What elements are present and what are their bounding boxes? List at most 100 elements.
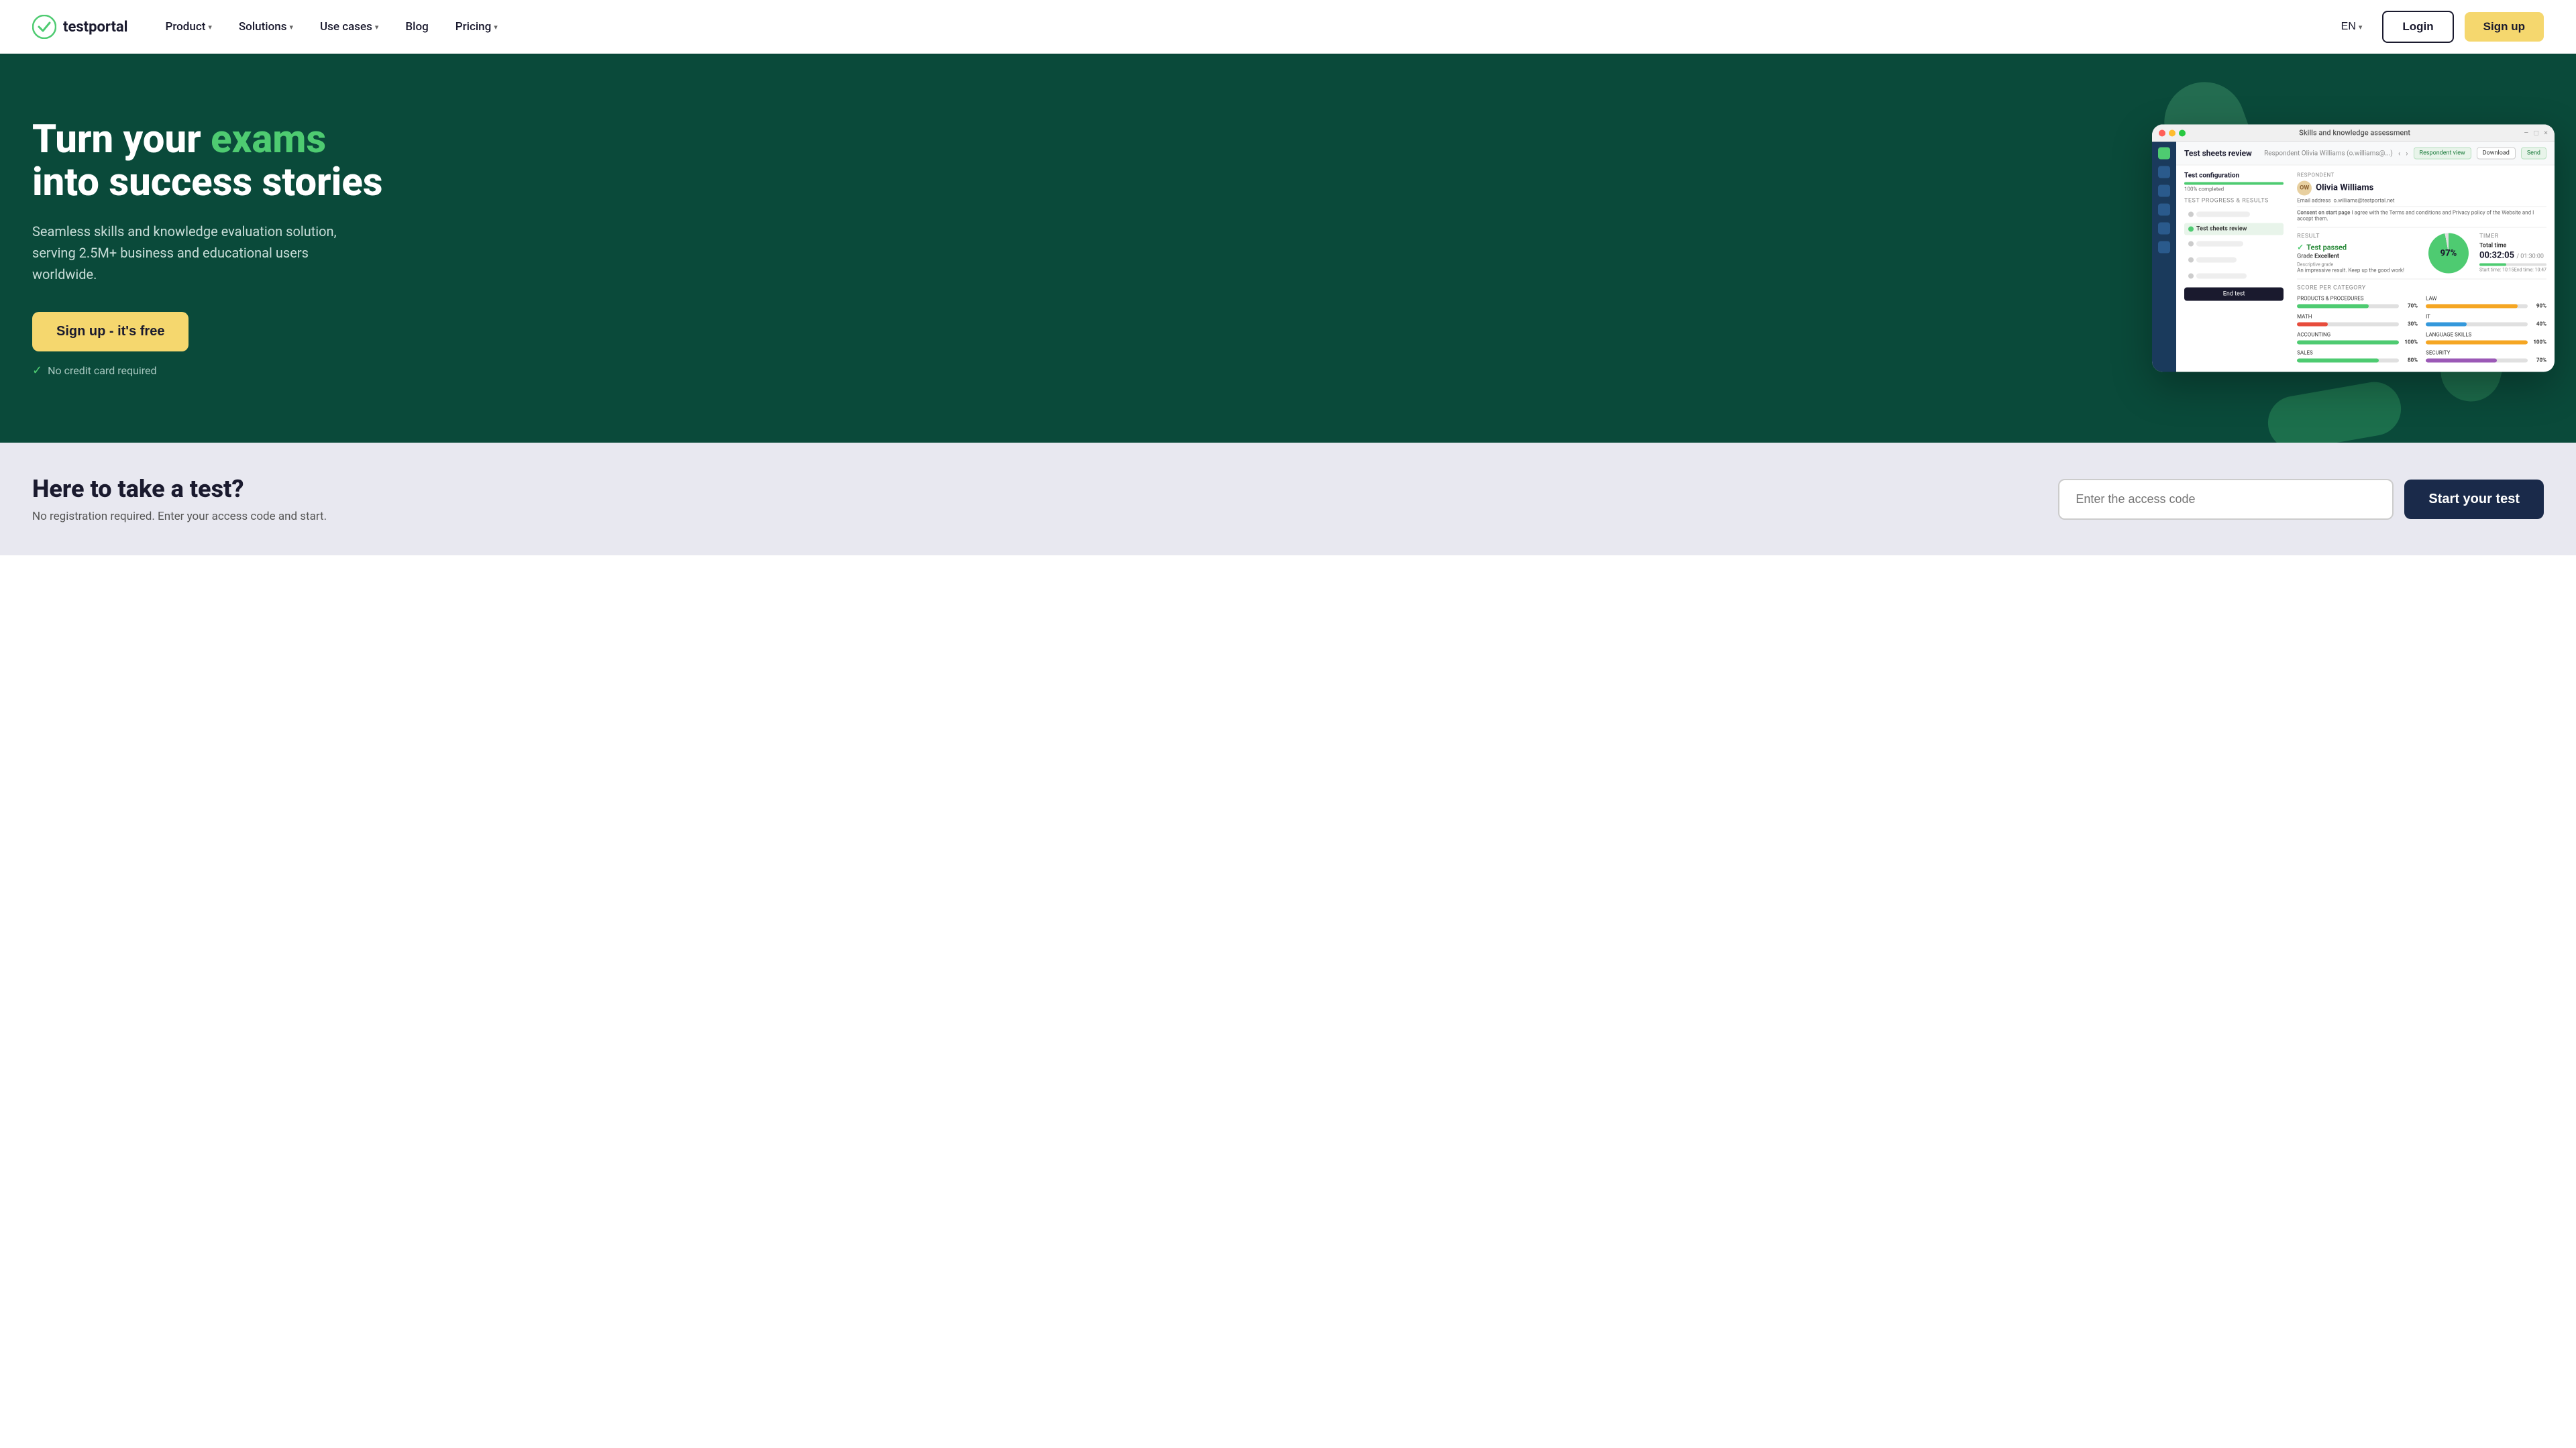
hero-content: Turn your exams into success stories Sea… xyxy=(32,119,383,378)
test-item-4 xyxy=(2184,253,2284,268)
test-item-5 xyxy=(2184,269,2284,284)
mock-header-title-group: Test sheets review xyxy=(2184,149,2252,158)
chevron-down-icon: ▾ xyxy=(494,23,498,32)
total-time-value: 00:32:05 / 01:30:00 xyxy=(2479,251,2546,261)
placeholder-bar-5 xyxy=(2196,274,2247,279)
chevron-down-icon: ▾ xyxy=(2359,23,2363,32)
mock-result-left: RESULT ✓ Test passed Grade Excellent xyxy=(2297,233,2418,274)
window-title: Skills and knowledge assessment xyxy=(2299,129,2410,137)
nav-item-solutions[interactable]: Solutions ▾ xyxy=(228,15,304,39)
close-dot xyxy=(2159,129,2165,136)
progress-fill xyxy=(2184,182,2284,185)
test-item-1 xyxy=(2184,207,2284,222)
descriptive-grade: Descriptive grade An impressive result. … xyxy=(2297,262,2418,274)
score-item: LAW 90% xyxy=(2426,296,2546,309)
placeholder-bar-4 xyxy=(2196,258,2237,263)
no-credit-card-note: ✓ No credit card required xyxy=(32,364,383,378)
respondent-view-btn: Respondent view xyxy=(2414,148,2471,160)
sidebar-icon-4 xyxy=(2158,204,2170,216)
check-circle-icon: ✓ xyxy=(2297,243,2304,252)
mock-content: Test configuration 100% completed Test p… xyxy=(2176,166,2555,372)
window-controls xyxy=(2159,129,2186,136)
test-dot-4 xyxy=(2188,258,2194,263)
test-dot-5 xyxy=(2188,274,2194,279)
bg-shape-3 xyxy=(2264,378,2406,443)
hero-section: Turn your exams into success stories Sea… xyxy=(0,54,2576,443)
mock-header: Test sheets review Respondent Olivia Wil… xyxy=(2176,142,2555,166)
timer-times: Start time: 10:15 End time: 10:47 xyxy=(2479,268,2546,273)
placeholder-bar-3 xyxy=(2196,241,2243,247)
mock-test-list: Test progress & results Test sheets revi… xyxy=(2184,198,2284,284)
test-dot-active xyxy=(2188,227,2194,232)
logo[interactable]: testportal xyxy=(32,15,128,39)
grade-row: Grade Excellent xyxy=(2297,254,2418,260)
take-test-left: Here to take a test? No registration req… xyxy=(32,475,327,523)
respondent-display: Respondent Olivia Williams (o.williams@.… xyxy=(2264,150,2393,157)
take-test-subtitle: No registration required. Enter your acc… xyxy=(32,510,327,523)
timer-bar xyxy=(2479,264,2546,266)
respondent-label: Respondent xyxy=(2264,150,2300,157)
navbar-left: testportal Product ▾ Solutions ▾ Use cas… xyxy=(32,15,508,39)
nav-item-blog[interactable]: Blog xyxy=(394,15,439,39)
score-item: SECURITY 70% xyxy=(2426,350,2546,364)
dashboard-mockup: Skills and knowledge assessment – □ × Te… xyxy=(2152,125,2555,372)
end-test-btn: End test xyxy=(2184,288,2284,301)
chevron-down-icon: ▾ xyxy=(208,23,212,32)
nav-item-pricing[interactable]: Pricing ▾ xyxy=(445,15,508,39)
nav-item-usecases[interactable]: Use cases ▾ xyxy=(309,15,389,39)
sidebar-icon-1 xyxy=(2158,148,2170,160)
timer-fill xyxy=(2479,264,2506,266)
hero-cta-button[interactable]: Sign up - it's free xyxy=(32,312,189,351)
login-button[interactable]: Login xyxy=(2382,11,2453,43)
language-selector[interactable]: EN ▾ xyxy=(2332,15,2372,38)
mock-timer: TIMER Total time 00:32:05 / 01:30:00 xyxy=(2479,233,2546,273)
score-item: ACCOUNTING 100% xyxy=(2297,332,2418,345)
bottom-area xyxy=(0,555,2576,609)
download-btn: Download xyxy=(2477,148,2516,160)
mock-sidebar xyxy=(2152,142,2176,372)
score-item: PRODUCTS & PROCEDURES 70% xyxy=(2297,296,2418,309)
score-per-category: SCORE PER CATEGORY PRODUCTS & PROCEDURES… xyxy=(2297,279,2546,366)
sidebar-icon-3 xyxy=(2158,185,2170,197)
chevron-down-icon: ▾ xyxy=(289,23,293,32)
chevron-down-icon: ▾ xyxy=(375,23,379,32)
logo-icon xyxy=(32,15,56,39)
nav-next-icon: › xyxy=(2406,149,2408,158)
close-icon: × xyxy=(2544,129,2548,137)
score-item: SALES 80% xyxy=(2297,350,2418,364)
sidebar-icon-5 xyxy=(2158,223,2170,235)
mock-body: Test sheets review Respondent Olivia Wil… xyxy=(2152,142,2555,372)
progress-bar xyxy=(2184,182,2284,185)
nav-item-product[interactable]: Product ▾ xyxy=(155,15,223,39)
start-test-button[interactable]: Start your test xyxy=(2404,480,2544,519)
score-circle-chart: 97% xyxy=(2428,233,2469,274)
test-dot-3 xyxy=(2188,241,2194,247)
consent-text: Consent on start page I agree with the T… xyxy=(2297,207,2546,222)
take-test-title: Here to take a test? xyxy=(32,475,327,503)
minimize-icon: – xyxy=(2524,129,2528,137)
hero-subtitle: Seamless skills and knowledge evaluation… xyxy=(32,221,354,285)
mock-titlebar: Skills and knowledge assessment – □ × xyxy=(2152,125,2555,142)
access-code-input[interactable] xyxy=(2058,479,2394,520)
mock-header-actions: Respondent Olivia Williams (o.williams@.… xyxy=(2264,148,2546,160)
sidebar-icon-6 xyxy=(2158,241,2170,254)
test-dot-1 xyxy=(2188,212,2194,217)
score-item: MATH 30% xyxy=(2297,314,2418,327)
nav-prev-icon: ‹ xyxy=(2398,149,2400,158)
signup-button[interactable]: Sign up xyxy=(2465,12,2544,42)
mock-header-title: Test sheets review xyxy=(2184,149,2252,158)
mock-right-panel: RESPONDENT OW Olivia Williams Email addr… xyxy=(2297,172,2546,366)
score-grid: PRODUCTS & PROCEDURES 70% LAW 90% MATH xyxy=(2297,296,2546,366)
score-item: IT 40% xyxy=(2426,314,2546,327)
mock-respondent: RESPONDENT OW Olivia Williams Email addr… xyxy=(2297,172,2546,222)
placeholder-bar-1 xyxy=(2196,212,2250,217)
mock-config-section: Test configuration 100% completed xyxy=(2184,172,2284,192)
hero-title: Turn your exams into success stories xyxy=(32,119,383,205)
nav-links: Product ▾ Solutions ▾ Use cases ▾ Blog P… xyxy=(155,15,508,39)
logo-text: testportal xyxy=(63,19,128,36)
respondent-email-row: Email address o.williams@testportal.net xyxy=(2297,198,2546,204)
sidebar-icon-2 xyxy=(2158,166,2170,178)
result-status: ✓ Test passed xyxy=(2297,243,2418,252)
score-item: LANGUAGE SKILLS 100% xyxy=(2426,332,2546,345)
send-btn: Send xyxy=(2521,148,2546,160)
